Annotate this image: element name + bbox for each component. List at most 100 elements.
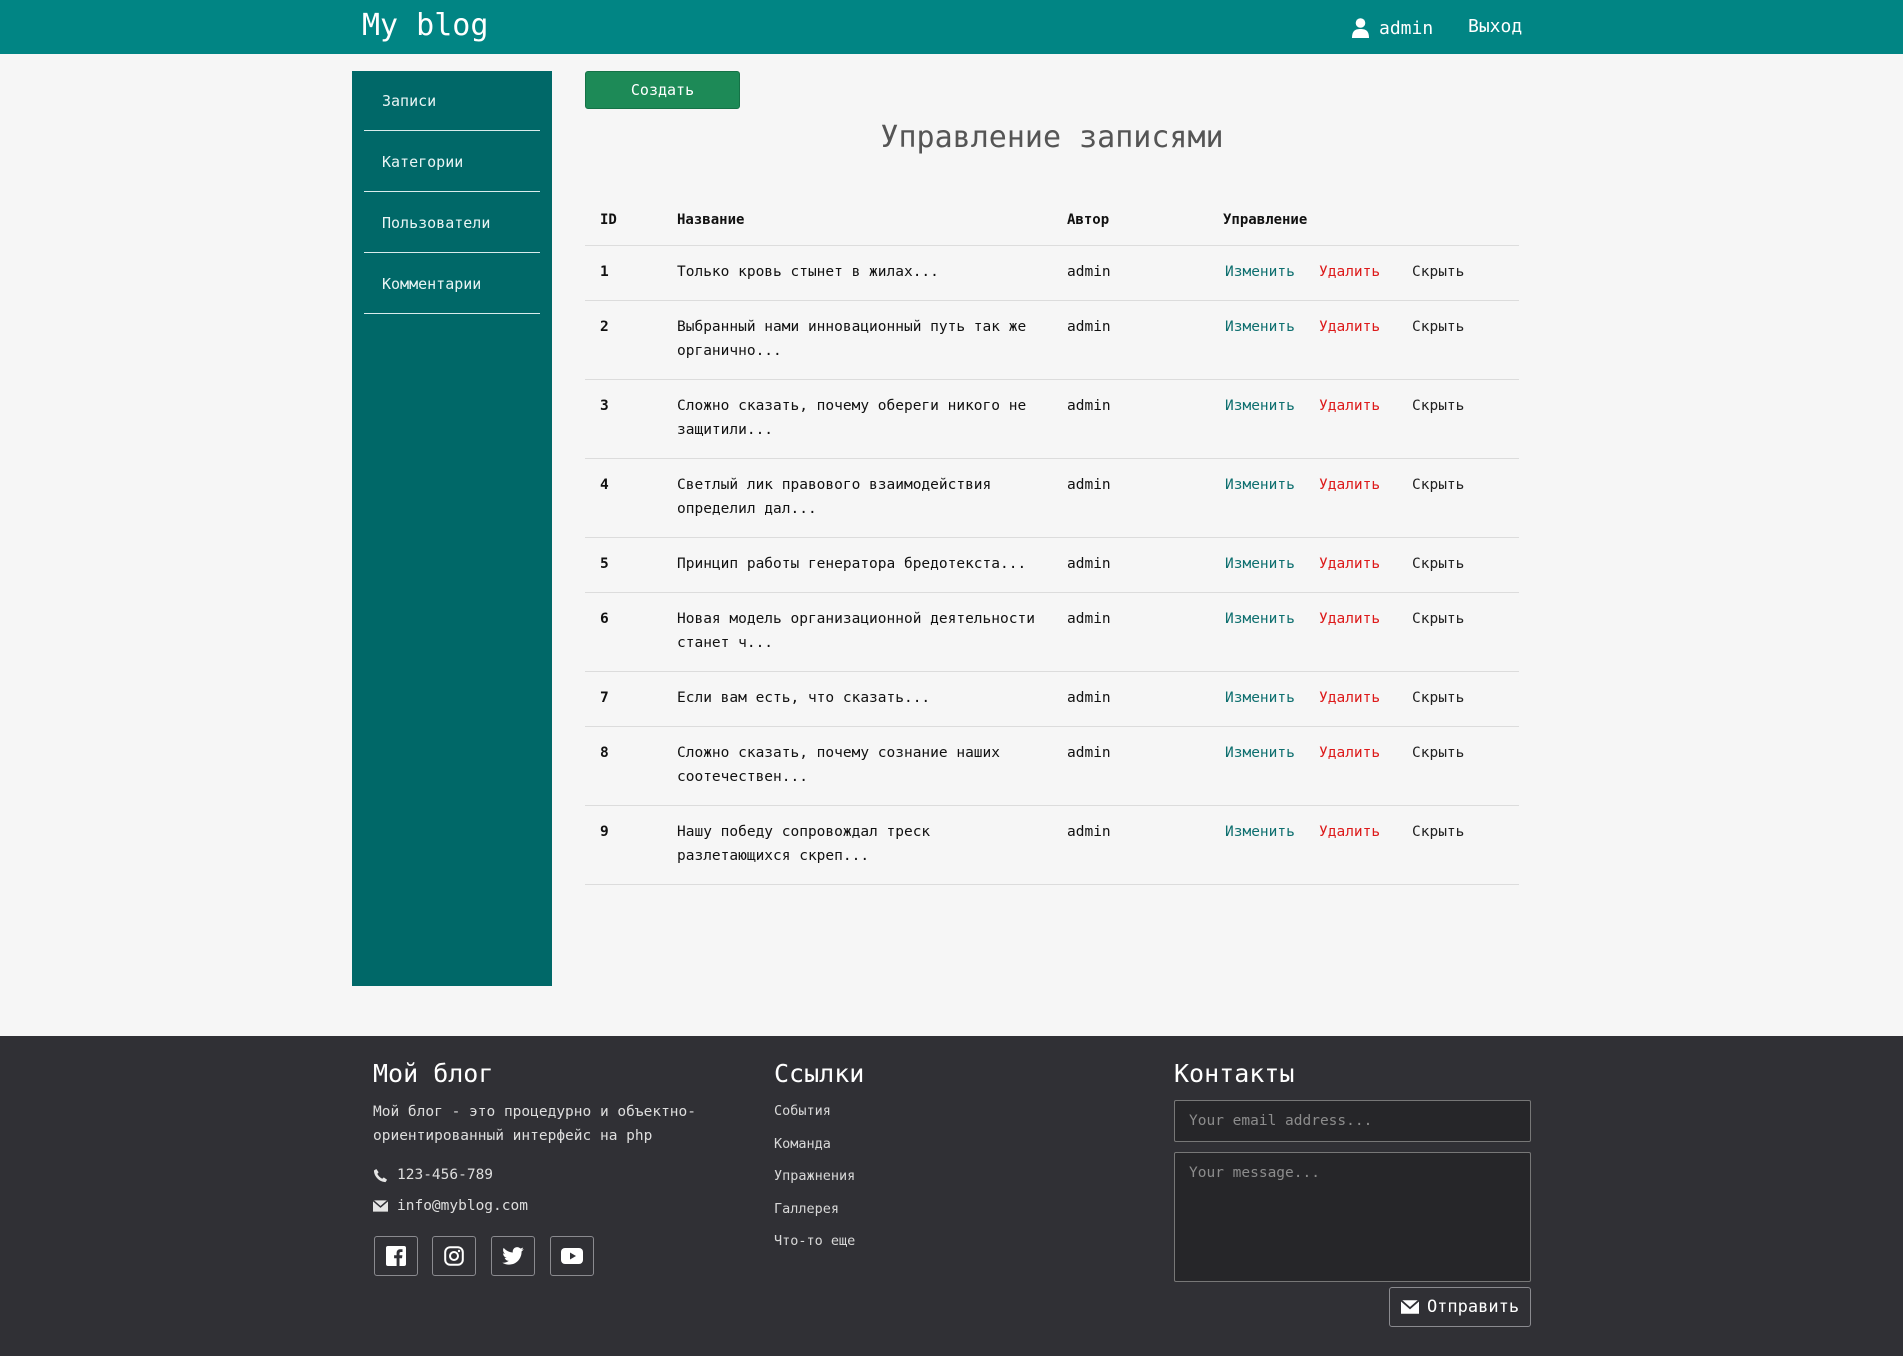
- row-id: 8: [600, 745, 609, 761]
- hide-link[interactable]: Скрыть: [1412, 686, 1464, 710]
- email-address: info@myblog.com: [397, 1198, 528, 1214]
- facebook-button[interactable]: [374, 1236, 418, 1276]
- edit-link[interactable]: Изменить: [1225, 820, 1295, 844]
- admin-sidebar: Записи Категории Пользователи Комментари…: [352, 71, 552, 986]
- delete-link[interactable]: Удалить: [1319, 607, 1380, 631]
- edit-link[interactable]: Изменить: [1225, 315, 1295, 339]
- table-body: 1 Только кровь стынет в жилах... admin Изме…: [585, 246, 1519, 885]
- page-title: Управление записями: [880, 120, 1224, 155]
- edit-link[interactable]: Изменить: [1225, 741, 1295, 765]
- youtube-button[interactable]: [550, 1236, 594, 1276]
- footer-email: info@myblog.com: [373, 1194, 528, 1218]
- delete-link[interactable]: Удалить: [1319, 686, 1380, 710]
- envelope-icon: [1400, 1300, 1419, 1314]
- row-id: 1: [600, 264, 609, 280]
- column-header-title: Название: [677, 212, 745, 228]
- row-id: 5: [600, 556, 609, 572]
- edit-link[interactable]: Изменить: [1225, 552, 1295, 576]
- edit-link[interactable]: Изменить: [1225, 686, 1295, 710]
- footer-links-title: Ссылки: [774, 1059, 865, 1088]
- instagram-icon: [444, 1246, 464, 1266]
- row-author: admin: [1067, 556, 1111, 572]
- footer-contacts-title: Контакты: [1174, 1059, 1295, 1088]
- footer-phone: 123-456-789: [373, 1163, 493, 1187]
- row-id: 2: [600, 319, 609, 335]
- row-title: Сложно сказать, почему сознание наших со…: [677, 745, 1001, 785]
- hide-link[interactable]: Скрыть: [1412, 552, 1464, 576]
- edit-link[interactable]: Изменить: [1225, 607, 1295, 631]
- table-row: 2 Выбранный нами инновационный путь так ж…: [585, 301, 1519, 380]
- delete-link[interactable]: Удалить: [1319, 394, 1380, 418]
- row-title: Светлый лик правового взаимодействия опр…: [677, 477, 992, 517]
- hide-link[interactable]: Скрыть: [1412, 607, 1464, 631]
- create-post-button[interactable]: Создать: [585, 71, 740, 109]
- twitter-button[interactable]: [491, 1236, 535, 1276]
- footer: Мой блог Мой блог - это процедурно и объ…: [0, 1036, 1903, 1356]
- table-row: 9 Нашу победу сопровождал треск разлетающ…: [585, 806, 1519, 885]
- table-row: 4 Светлый лик правового взаимодействия оп…: [585, 459, 1519, 538]
- hide-link[interactable]: Скрыть: [1412, 473, 1464, 497]
- user-menu-link[interactable]: admin: [1352, 16, 1433, 40]
- footer-link-other[interactable]: Что-то еще: [774, 1233, 855, 1249]
- top-navbar: My blog admin Выход: [0, 0, 1903, 54]
- row-author: admin: [1067, 477, 1111, 493]
- row-id: 3: [600, 398, 609, 414]
- row-author: admin: [1067, 264, 1111, 280]
- sidebar-item-comments[interactable]: Комментарии: [364, 254, 540, 314]
- sidebar-item-categories[interactable]: Категории: [364, 132, 540, 192]
- row-title: Нашу победу сопровождал треск разлетающи…: [677, 824, 931, 864]
- sidebar-item-users[interactable]: Пользователи: [364, 193, 540, 253]
- user-name: admin: [1379, 17, 1434, 39]
- row-author: admin: [1067, 824, 1111, 840]
- table-header: ID Название Автор Управление: [585, 200, 1519, 246]
- table-row: 3 Сложно сказать, почему обереги никого н…: [585, 380, 1519, 459]
- row-id: 9: [600, 824, 609, 840]
- edit-link[interactable]: Изменить: [1225, 260, 1295, 284]
- delete-link[interactable]: Удалить: [1319, 552, 1380, 576]
- hide-link[interactable]: Скрыть: [1412, 741, 1464, 765]
- logout-link[interactable]: Выход: [1468, 16, 1522, 37]
- row-author: admin: [1067, 611, 1111, 627]
- hide-link[interactable]: Скрыть: [1412, 260, 1464, 284]
- footer-link-team[interactable]: Команда: [774, 1136, 831, 1152]
- edit-link[interactable]: Изменить: [1225, 394, 1295, 418]
- row-title: Сложно сказать, почему обереги никого не…: [677, 398, 1027, 438]
- phone-icon: [373, 1168, 388, 1182]
- table-row: 6 Новая модель организационной деятельнос…: [585, 593, 1519, 672]
- row-id: 4: [600, 477, 609, 493]
- send-button-label: Отправить: [1426, 1297, 1520, 1317]
- row-author: admin: [1067, 745, 1111, 761]
- table-row: 7 Если вам есть, что сказать... admin Измен…: [585, 672, 1519, 727]
- footer-link-exercises[interactable]: Упражнения: [774, 1168, 855, 1184]
- user-icon: [1352, 18, 1369, 38]
- delete-link[interactable]: Удалить: [1319, 260, 1380, 284]
- delete-link[interactable]: Удалить: [1319, 315, 1380, 339]
- envelope-icon: [373, 1200, 388, 1212]
- delete-link[interactable]: Удалить: [1319, 820, 1380, 844]
- hide-link[interactable]: Скрыть: [1412, 315, 1464, 339]
- row-title: Выбранный нами инновационный путь так же…: [677, 319, 1027, 359]
- row-author: admin: [1067, 319, 1111, 335]
- delete-link[interactable]: Удалить: [1319, 473, 1380, 497]
- brand-logo-link[interactable]: My blog: [362, 8, 488, 43]
- table-row: 5 Принцип работы генератора бредотекста..…: [585, 538, 1519, 593]
- hide-link[interactable]: Скрыть: [1412, 820, 1464, 844]
- footer-link-events[interactable]: События: [774, 1103, 831, 1119]
- table-row: 8 Сложно сказать, почему сознание наших с…: [585, 727, 1519, 806]
- edit-link[interactable]: Изменить: [1225, 473, 1295, 497]
- row-id: 6: [600, 611, 609, 627]
- column-header-id: ID: [600, 212, 617, 228]
- contact-message-input[interactable]: [1174, 1152, 1531, 1282]
- contact-email-input[interactable]: [1174, 1100, 1531, 1142]
- footer-about-text: Мой блог - это процедурно и объектно-ори…: [373, 1104, 697, 1144]
- column-header-actions: Управление: [1223, 212, 1308, 228]
- posts-table: ID Название Автор Управление 1 Только кро…: [585, 200, 1519, 885]
- sidebar-item-posts[interactable]: Записи: [364, 71, 540, 131]
- delete-link[interactable]: Удалить: [1319, 741, 1380, 765]
- hide-link[interactable]: Скрыть: [1412, 394, 1464, 418]
- twitter-icon: [502, 1247, 524, 1265]
- instagram-button[interactable]: [432, 1236, 476, 1276]
- send-message-button[interactable]: Отправить: [1389, 1287, 1531, 1327]
- footer-link-gallery[interactable]: Галлерея: [774, 1201, 839, 1217]
- row-author: admin: [1067, 398, 1111, 414]
